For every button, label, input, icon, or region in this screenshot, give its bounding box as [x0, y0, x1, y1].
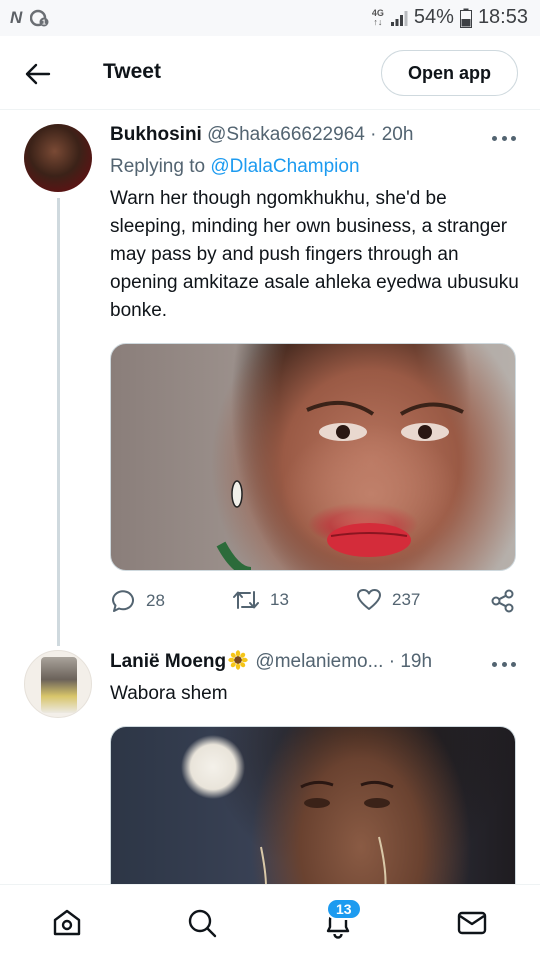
tweet-image[interactable] [110, 343, 516, 571]
more-options-icon[interactable] [492, 660, 516, 668]
share-action[interactable] [490, 588, 516, 614]
back-button[interactable] [22, 58, 54, 90]
app-notification-icon: N [10, 8, 23, 27]
battery-percent: 54% [413, 6, 454, 28]
thread-line [57, 198, 60, 646]
tweet-time[interactable]: · 20h [370, 124, 413, 145]
tweet-time[interactable]: · 19h [389, 651, 432, 672]
tweet-text: Wabora shem [110, 683, 228, 704]
notifications-badge: 13 [326, 898, 362, 920]
status-right: 4G ↑↓ 54% 18:53 [372, 6, 528, 29]
avatar-photo [41, 657, 77, 713]
author-name[interactable]: Laniё Moeng [110, 651, 226, 672]
author-handle[interactable]: @melaniemo... [255, 651, 383, 672]
signal-icon [390, 10, 408, 26]
nav-home[interactable] [49, 905, 85, 941]
reply-count: 28 [146, 591, 165, 610]
replying-to: Replying to @DlalaChampion [110, 156, 360, 178]
battery-icon [459, 8, 472, 28]
retweet-count: 13 [270, 590, 289, 609]
home-icon [53, 909, 81, 936]
svg-text:1: 1 [42, 20, 46, 27]
heart-icon [357, 589, 381, 610]
retweet-icon [233, 591, 259, 609]
nav-messages[interactable] [454, 905, 490, 941]
retweet-action[interactable]: 13 [232, 588, 289, 612]
like-count: 237 [392, 590, 421, 609]
tweet-header: Tweet Open app [0, 36, 540, 110]
status-bar: N 1 4G ↑↓ 54% 18:53 [0, 0, 540, 36]
author-handle[interactable]: @Shaka66622964 [207, 124, 365, 145]
status-left-icons: N 1 [10, 8, 50, 28]
tweet-image[interactable] [110, 726, 516, 906]
more-options-icon[interactable] [492, 134, 516, 142]
back-arrow-icon [25, 63, 51, 85]
share-icon [491, 589, 514, 613]
sunflower-emoji-icon [228, 650, 248, 670]
search-icon [188, 909, 217, 938]
messages-icon [457, 911, 487, 935]
tweet-author-line: Bukhosini @Shaka66622964 · 20h [110, 124, 413, 146]
network-type: 4G ↑↓ [371, 7, 384, 27]
avatar[interactable] [24, 650, 92, 718]
tweet-text: Warn her though ngomkhukhu, she'd be sle… [110, 188, 519, 321]
notification-badge-icon: 1 [30, 9, 49, 27]
image-overlay [260, 780, 394, 906]
like-action[interactable]: 237 [356, 588, 420, 612]
avatar[interactable] [24, 124, 92, 192]
nav-search[interactable] [184, 905, 220, 941]
bottom-navigation [0, 884, 540, 960]
replying-to-label: Replying to [110, 156, 206, 177]
reply-action[interactable]: 28 [110, 588, 165, 614]
author-name[interactable]: Bukhosini [110, 124, 202, 145]
image-overlay [216, 400, 464, 570]
clock: 18:53 [477, 6, 528, 28]
tweet-author-line: Laniё Moeng @melaniemo... · 19h [110, 650, 432, 673]
open-app-button[interactable]: Open app [381, 50, 518, 96]
replying-to-link[interactable]: @DlalaChampion [210, 156, 359, 177]
tweet-actions: 28 13 237 [110, 588, 520, 618]
reply-icon [112, 590, 134, 612]
page-title: Tweet [103, 60, 161, 83]
